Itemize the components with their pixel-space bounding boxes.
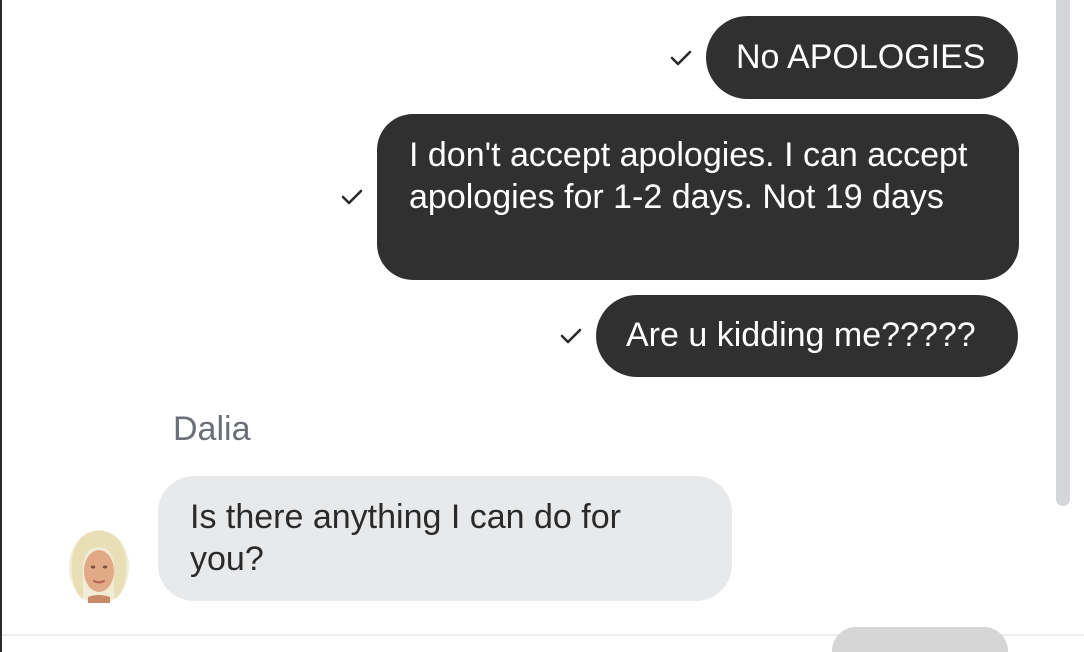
chat-thread: No APOLOGIES I don't accept apologies. I… (0, 0, 1084, 652)
message-row-incoming: Is there anything I can do for you? (158, 476, 732, 601)
message-text: Is there anything I can do for you? (190, 498, 621, 578)
message-bubble-partial (832, 627, 1008, 652)
message-row-outgoing: I don't accept apologies. I can accept a… (341, 114, 1019, 280)
sender-name: Dalia (173, 410, 251, 448)
message-row-outgoing: No APOLOGIES (670, 16, 1018, 99)
check-icon (341, 189, 363, 205)
avatar-icon[interactable] (68, 527, 130, 603)
check-icon (560, 328, 582, 344)
message-bubble[interactable]: No APOLOGIES (706, 16, 1018, 99)
message-text: Are u kidding me????? (626, 316, 976, 354)
message-text: No APOLOGIES (736, 38, 986, 76)
message-row-outgoing: Are u kidding me????? (560, 295, 1018, 377)
message-bubble[interactable]: Are u kidding me????? (596, 295, 1018, 377)
message-bubble[interactable]: Is there anything I can do for you? (158, 476, 732, 601)
check-icon (670, 50, 692, 65)
scrollbar[interactable] (1056, 0, 1070, 506)
message-bubble[interactable]: I don't accept apologies. I can accept a… (377, 114, 1019, 280)
message-text: I don't accept apologies. I can accept a… (409, 136, 968, 216)
